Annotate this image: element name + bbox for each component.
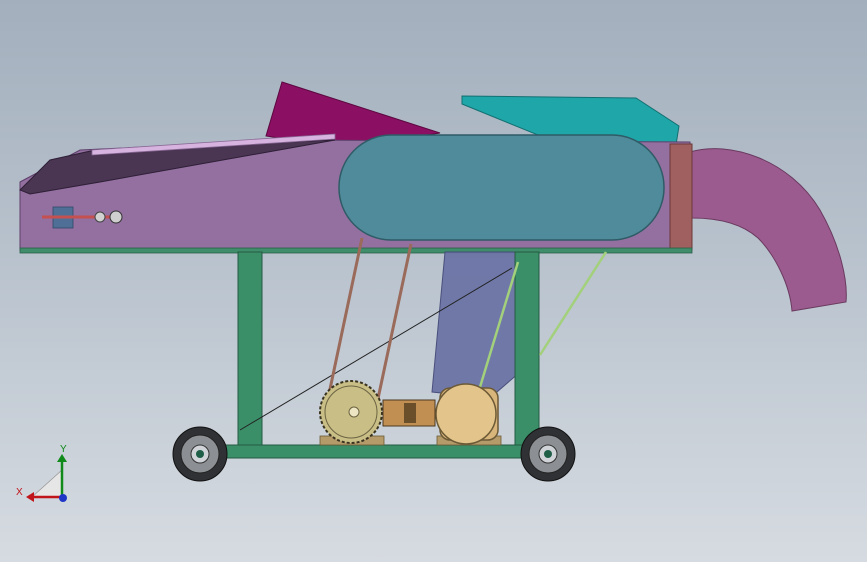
wheel-front[interactable] [172, 426, 228, 482]
triad-plane [30, 469, 63, 498]
triad-x-arrow [26, 492, 34, 502]
discharge-chute[interactable] [689, 148, 847, 312]
orientation-triad [26, 454, 67, 502]
lever-wheel[interactable] [109, 210, 123, 224]
motor-end[interactable] [435, 383, 497, 445]
brace-rear [538, 251, 608, 356]
y-axis-label: Y [60, 444, 67, 455]
chaff-cutter-model[interactable] [0, 0, 867, 562]
3d-viewport[interactable]: X Y [0, 0, 867, 562]
cutter-drum-housing[interactable] [338, 134, 665, 241]
wheel-rear[interactable] [520, 426, 576, 482]
end-plate[interactable] [669, 143, 693, 251]
triad-y-arrow [57, 454, 67, 462]
coupling-shaft [404, 403, 416, 423]
pulley-center [348, 406, 360, 418]
x-axis-label: X [16, 487, 23, 498]
lever-knob[interactable] [94, 211, 106, 223]
triad-z-axis [59, 494, 67, 502]
body-rail [19, 247, 693, 254]
belt-2[interactable] [374, 243, 413, 409]
